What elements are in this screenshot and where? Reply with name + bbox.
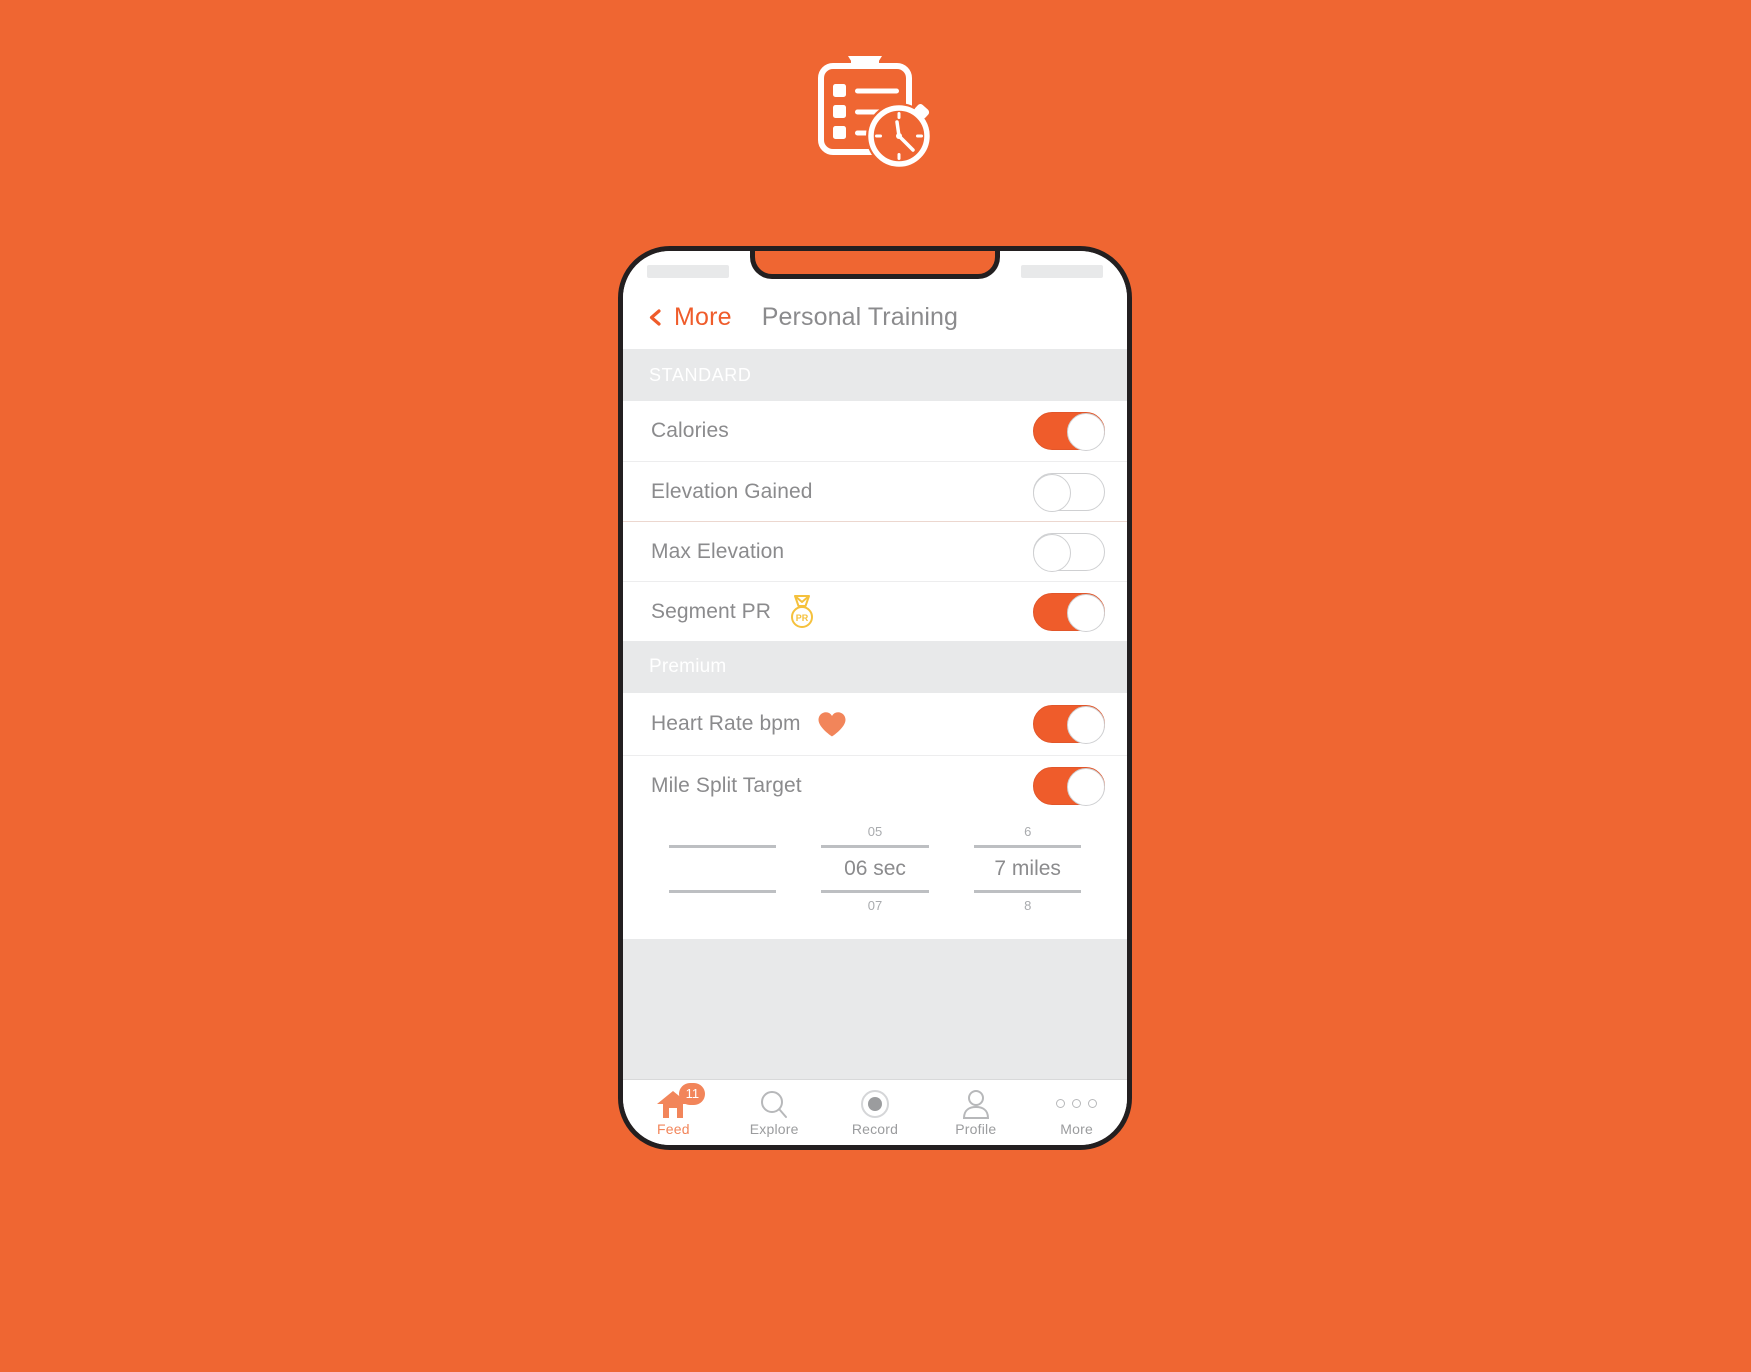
picker-divider bbox=[668, 890, 776, 893]
tab-explore[interactable]: Explore bbox=[724, 1080, 825, 1145]
row-label: Segment PR bbox=[651, 599, 772, 623]
row-label: Calories bbox=[651, 419, 729, 442]
toggle-knob bbox=[1067, 767, 1105, 806]
tab-profile[interactable]: Profile bbox=[925, 1080, 1026, 1145]
picker-divider bbox=[821, 845, 929, 848]
search-icon bbox=[761, 1090, 788, 1118]
app-logo bbox=[0, 48, 1751, 173]
phone-notch bbox=[750, 251, 1000, 279]
tab-record[interactable]: Record bbox=[825, 1080, 926, 1145]
dot bbox=[1088, 1099, 1098, 1108]
row-badge: PR bbox=[787, 594, 817, 629]
settings-list[interactable]: STANDARD Calories Elevation Gained Max E… bbox=[623, 349, 1127, 1079]
person-icon bbox=[962, 1089, 989, 1119]
mile-split-picker[interactable]: 05 06 sec 07 6 7 miles 8 bbox=[623, 815, 1127, 939]
tab-label: Feed bbox=[657, 1120, 690, 1137]
empty-area bbox=[623, 939, 1127, 1079]
clipboard-stopwatch-logo bbox=[817, 56, 932, 169]
row-label: Heart Rate bpm bbox=[651, 712, 801, 735]
picker-column-seconds[interactable]: 05 06 sec 07 bbox=[810, 823, 941, 915]
settings-row-elevation-gained[interactable]: Elevation Gained bbox=[623, 461, 1127, 521]
row-badge bbox=[817, 711, 847, 738]
row-label: Max Elevation bbox=[651, 539, 785, 563]
toggle-max-elevation[interactable] bbox=[1033, 532, 1105, 572]
settings-row-mile-split-target[interactable]: Mile Split Target bbox=[623, 755, 1127, 815]
pr-medal-icon: PR bbox=[791, 594, 814, 628]
toggle-knob bbox=[1067, 593, 1105, 632]
section-header-standard: STANDARD bbox=[623, 349, 1127, 401]
tab-icon-wrap bbox=[758, 1089, 790, 1119]
tab-bar: 11 Feed Explore Record Profile More bbox=[623, 1079, 1127, 1145]
section-header-premium: Premium bbox=[623, 641, 1127, 693]
tab-label: More bbox=[1060, 1120, 1093, 1137]
tab-label: Profile bbox=[955, 1120, 997, 1137]
toggle-knob bbox=[1067, 413, 1105, 451]
picker-value-selected: 7 miles bbox=[994, 857, 1061, 880]
tab-icon-wrap: 11 bbox=[655, 1082, 706, 1119]
back-button[interactable]: More bbox=[647, 303, 732, 332]
dot bbox=[1056, 1099, 1066, 1108]
toggle-mile-split-target[interactable] bbox=[1033, 766, 1105, 806]
picker-value-selected: 06 sec bbox=[844, 857, 906, 880]
settings-row-max-elevation[interactable]: Max Elevation bbox=[623, 521, 1127, 581]
toggle-heart-rate[interactable] bbox=[1033, 705, 1105, 744]
settings-row-heart-rate[interactable]: Heart Rate bpm bbox=[623, 693, 1127, 755]
row-label: Elevation Gained bbox=[651, 479, 813, 503]
picker-divider bbox=[821, 890, 929, 893]
toggle-knob bbox=[1033, 533, 1071, 572]
picker-value-below bbox=[657, 897, 788, 915]
picker-divider bbox=[974, 845, 1082, 848]
status-bar-right-placeholder bbox=[1021, 265, 1103, 278]
nav-bar: More Personal Training bbox=[623, 285, 1127, 349]
tab-more[interactable]: More bbox=[1026, 1080, 1127, 1145]
tab-icon-wrap bbox=[859, 1089, 891, 1119]
tab-feed[interactable]: 11 Feed bbox=[623, 1080, 724, 1145]
section-standard-rows: Calories Elevation Gained Max Elevation bbox=[623, 401, 1127, 641]
chevron-left-icon bbox=[649, 308, 661, 326]
picker-column-distance[interactable]: 6 7 miles 8 bbox=[962, 823, 1093, 915]
ellipsis-icon bbox=[1056, 1089, 1098, 1119]
phone-mockup: More Personal Training STANDARD Calories… bbox=[618, 246, 1132, 1150]
picker-value-above bbox=[657, 823, 788, 841]
settings-row-calories[interactable]: Calories bbox=[623, 401, 1127, 461]
settings-row-segment-pr[interactable]: Segment PR PR bbox=[623, 581, 1127, 641]
picker-value-above: 6 bbox=[1024, 824, 1032, 839]
picker-value-below: 07 bbox=[867, 898, 883, 913]
picker-divider bbox=[974, 890, 1082, 893]
row-label: Mile Split Target bbox=[651, 773, 802, 797]
picker-column-minutes[interactable] bbox=[657, 823, 788, 915]
record-icon bbox=[860, 1089, 889, 1118]
picker-value-below: 8 bbox=[1024, 898, 1032, 913]
tab-label: Record bbox=[851, 1120, 899, 1137]
dot bbox=[1072, 1099, 1082, 1108]
tab-label: Explore bbox=[749, 1120, 799, 1137]
feed-badge-count: 11 bbox=[679, 1082, 706, 1105]
picker-value-above: 05 bbox=[867, 824, 883, 839]
tab-icon-wrap bbox=[1056, 1089, 1098, 1119]
svg-text:PR: PR bbox=[796, 613, 809, 623]
tab-icon-wrap bbox=[960, 1089, 992, 1119]
toggle-calories[interactable] bbox=[1033, 412, 1105, 451]
picker-value-selected bbox=[657, 852, 788, 886]
section-premium-rows: Heart Rate bpm Mile Split Target 05 06 s… bbox=[623, 693, 1127, 939]
toggle-knob bbox=[1033, 473, 1071, 512]
back-button-label: More bbox=[674, 302, 732, 331]
heart-icon bbox=[818, 711, 846, 736]
toggle-knob bbox=[1067, 706, 1105, 744]
picker-divider bbox=[668, 845, 776, 848]
toggle-elevation-gained[interactable] bbox=[1033, 472, 1105, 512]
page-title: Personal Training bbox=[761, 302, 959, 331]
toggle-segment-pr[interactable] bbox=[1033, 592, 1105, 632]
status-bar-left-placeholder bbox=[647, 265, 729, 278]
